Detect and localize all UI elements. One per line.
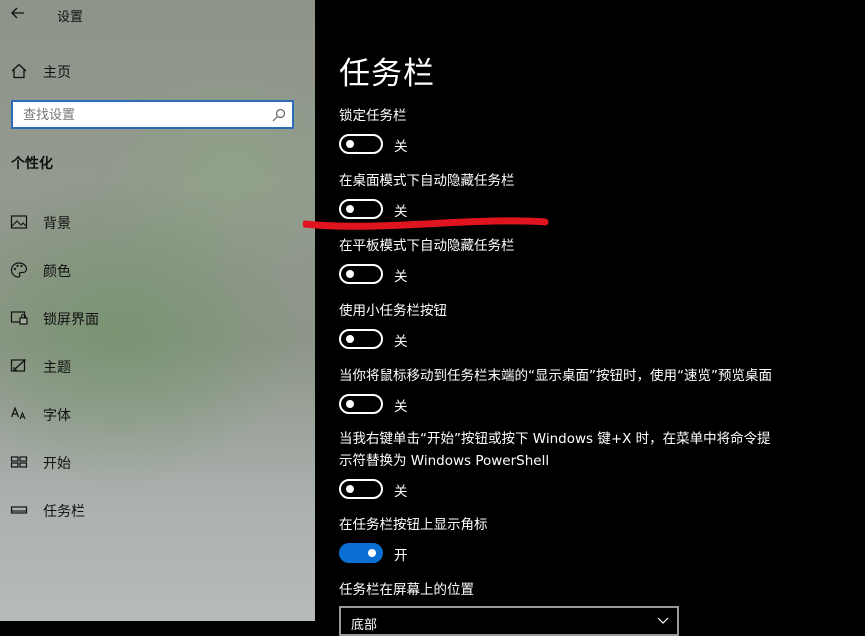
search-field[interactable] [11, 100, 294, 129]
page-title: 任务栏 [339, 56, 435, 92]
setting-label: 任务栏在屏幕上的位置 [339, 582, 474, 598]
sidebar-item-fonts[interactable]: 字体 [0, 398, 315, 430]
toggle-state-text: 关 [394, 269, 408, 285]
toggle-state-text: 关 [394, 334, 408, 350]
dropdown-value: 底部 [351, 618, 378, 633]
setting-label: 使用小任务栏按钮 [339, 303, 447, 319]
sidebar-item-label: 开始 [43, 456, 71, 472]
sidebar-item-themes[interactable]: 主题 [0, 350, 315, 382]
sidebar-item-colors[interactable]: 颜色 [0, 254, 315, 286]
back-button[interactable] [9, 4, 27, 22]
setting-label: 锁定任务栏 [339, 108, 407, 124]
toggle-state-text: 关 [394, 399, 408, 415]
toggle-switch[interactable] [339, 479, 383, 499]
chevron-down-icon [657, 617, 669, 624]
search-icon[interactable] [271, 107, 287, 123]
setting-small-buttons: 使用小任务栏按钮 关 [339, 300, 819, 353]
settings-sidebar: 设置 主页 个性化 背景 颜色 锁屏界面 [0, 0, 315, 621]
toggle-switch[interactable] [339, 329, 383, 349]
sidebar-item-label: 主题 [43, 360, 71, 376]
home-icon [11, 63, 27, 79]
setting-label: 在平板模式下自动隐藏任务栏 [339, 238, 515, 254]
toggle-state-text: 关 [394, 139, 408, 155]
theme-icon [10, 358, 26, 372]
start-icon [10, 456, 28, 468]
setting-label: 当我右键单击“开始”按钮或按下 Windows 键+X 时，在菜单中将命令提示符… [339, 431, 771, 469]
palette-icon [10, 262, 28, 278]
sidebar-item-label: 锁屏界面 [43, 312, 99, 328]
font-icon [10, 406, 26, 420]
search-input[interactable] [23, 105, 263, 125]
toggle-state-text: 关 [394, 484, 408, 500]
sidebar-item-start[interactable]: 开始 [0, 446, 315, 478]
sidebar-item-label: 任务栏 [43, 504, 85, 520]
sidebar-item-label: 背景 [43, 216, 71, 232]
toggle-switch[interactable] [339, 543, 383, 563]
sidebar-item-home[interactable]: 主页 [0, 56, 315, 86]
sidebar-item-background[interactable]: 背景 [0, 206, 315, 238]
window-title: 设置 [57, 10, 84, 25]
settings-content: 任务栏 锁定任务栏 关 在桌面模式下自动隐藏任务栏 关 在平板模式下自动隐藏任务… [303, 0, 865, 636]
setting-peek: 当你将鼠标移动到任务栏末端的“显示桌面”按钮时，使用“速览”预览桌面 关 [339, 365, 819, 418]
toggle-switch[interactable] [339, 394, 383, 414]
red-annotation-underline [303, 217, 549, 230]
section-heading-personalization: 个性化 [11, 156, 53, 172]
toggle-switch[interactable] [339, 264, 383, 284]
back-arrow-icon [11, 7, 24, 19]
setting-autohide-tablet: 在平板模式下自动隐藏任务栏 关 [339, 235, 819, 288]
setting-label: 在桌面模式下自动隐藏任务栏 [339, 173, 515, 189]
sidebar-item-home-label: 主页 [43, 65, 71, 81]
title-bar: 设置 [0, 0, 315, 28]
setting-powershell: 当我右键单击“开始”按钮或按下 Windows 键+X 时，在菜单中将命令提示符… [339, 428, 784, 503]
lock-screen-icon [10, 311, 28, 325]
taskbar-position-dropdown[interactable]: 底部 [339, 606, 679, 636]
setting-label: 在任务栏按钮上显示角标 [339, 517, 488, 533]
setting-lock-taskbar: 锁定任务栏 关 [339, 105, 819, 158]
toggle-switch[interactable] [339, 134, 383, 154]
sidebar-item-taskbar[interactable]: 任务栏 [0, 494, 315, 526]
sidebar-item-label: 字体 [43, 408, 71, 424]
sidebar-item-label: 颜色 [43, 264, 71, 280]
taskbar-icon [10, 506, 28, 514]
image-icon [10, 215, 28, 229]
setting-label: 当你将鼠标移动到任务栏末端的“显示桌面”按钮时，使用“速览”预览桌面 [339, 368, 772, 384]
setting-taskbar-position: 任务栏在屏幕上的位置 [339, 579, 819, 601]
sidebar-item-lock-screen[interactable]: 锁屏界面 [0, 302, 315, 334]
setting-badges: 在任务栏按钮上显示角标 开 [339, 514, 819, 567]
toggle-state-text: 开 [394, 548, 408, 564]
